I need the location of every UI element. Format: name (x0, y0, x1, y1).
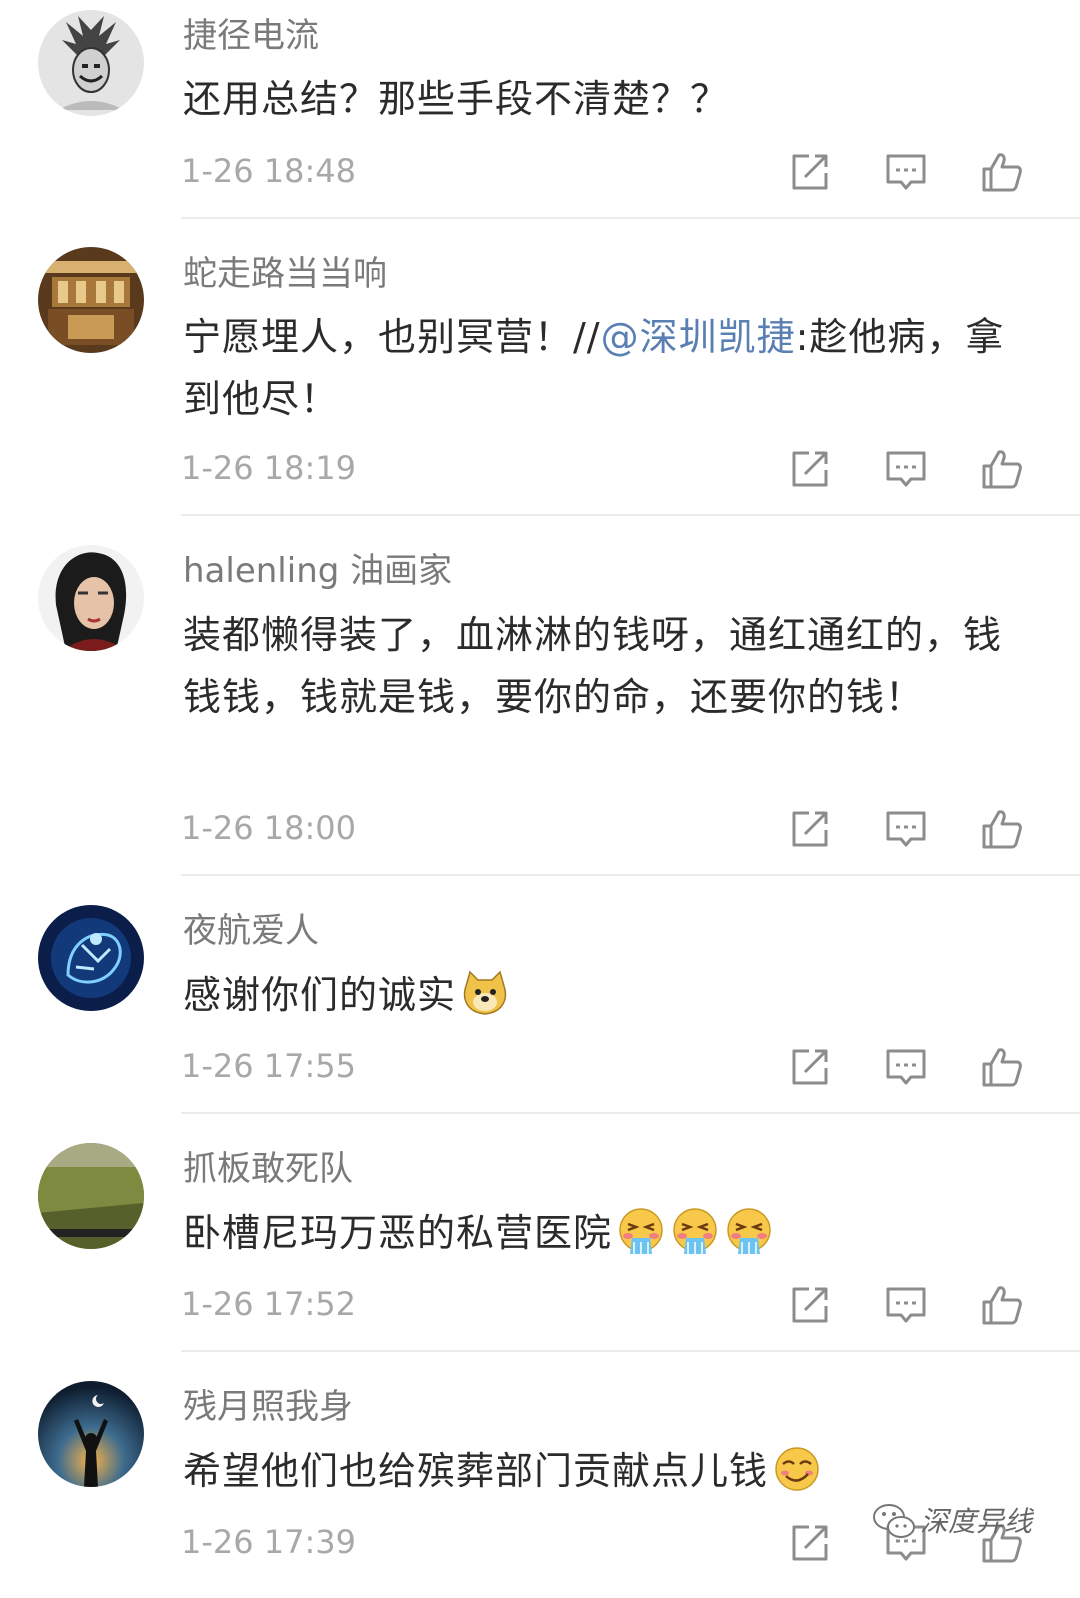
timestamp: 1-26 18:48 (181, 152, 357, 190)
like-icon[interactable] (976, 146, 1028, 198)
comment-text-part: 卧槽尼玛万恶的私营医院 (183, 1211, 613, 1255)
share-icon[interactable] (784, 1279, 836, 1331)
comment-text-part: 宁愿埋人，也别冥营！// (183, 315, 601, 359)
avatar[interactable] (38, 1381, 144, 1487)
like-icon[interactable] (976, 1041, 1028, 1093)
reply-icon[interactable] (880, 803, 932, 855)
share-icon[interactable] (784, 803, 836, 855)
comment-item: 抓板敢死队 卧槽尼玛万恶的私营医院 1-26 17:52 (0, 1114, 1080, 1352)
username[interactable]: halenling 油画家 (183, 551, 452, 591)
vomit-emoji (616, 1206, 666, 1256)
share-icon[interactable] (784, 1041, 836, 1093)
reply-icon[interactable] (880, 443, 932, 495)
comment-text: 卧槽尼玛万恶的私营医院 (183, 1202, 1023, 1264)
comment-item: 蛇走路当当响 宁愿埋人，也别冥营！//@深圳凯捷:趁他病，拿到他尽！ 1-26 … (0, 220, 1080, 516)
comment-item: halenling 油画家 装都懒得装了，血淋淋的钱呀，通红通红的，钱钱钱，钱就… (0, 516, 1080, 876)
doge-emoji (460, 968, 510, 1018)
reply-icon[interactable] (880, 1041, 932, 1093)
comment-text: 宁愿埋人，也别冥营！//@深圳凯捷:趁他病，拿到他尽！ (183, 306, 1023, 430)
comment-item: 残月照我身 希望他们也给殡葬部门贡献点儿钱 1-26 17:39 (0, 1352, 1080, 1598)
comment-text-part: 感谢你们的诚实 (183, 973, 457, 1017)
comment-actions (780, 803, 1030, 855)
timestamp: 1-26 17:39 (181, 1523, 357, 1561)
smirk-emoji (772, 1444, 822, 1494)
avatar[interactable] (38, 10, 144, 116)
avatar[interactable] (38, 1143, 144, 1249)
vomit-emoji (724, 1206, 774, 1256)
divider (181, 217, 1080, 219)
like-icon[interactable] (976, 803, 1028, 855)
like-icon[interactable] (976, 1279, 1028, 1331)
avatar[interactable] (38, 905, 144, 1011)
mention-link[interactable]: @深圳凯捷 (601, 315, 796, 359)
avatar[interactable] (38, 545, 144, 651)
comment-actions (780, 146, 1030, 198)
comment-item: 夜航爱人 感谢你们的诚实 1-26 17:55 (0, 876, 1080, 1114)
comment-actions (780, 1279, 1030, 1331)
comment-text: 装都懒得装了，血淋淋的钱呀，通红通红的，钱钱钱，钱就是钱，要你的命，还要你的钱！ (183, 613, 1003, 719)
comment-text: 感谢你们的诚实 (183, 964, 1023, 1026)
timestamp: 1-26 17:55 (181, 1047, 357, 1085)
username[interactable]: 蛇走路当当响 (183, 254, 387, 294)
timestamp: 1-26 17:52 (181, 1285, 357, 1323)
vomit-emoji (670, 1206, 720, 1256)
username[interactable]: 捷径电流 (183, 16, 319, 56)
comment-actions (780, 1041, 1030, 1093)
username[interactable]: 夜航爱人 (183, 911, 319, 951)
reply-icon[interactable] (880, 1279, 932, 1331)
wechat-icon (873, 1504, 915, 1538)
watermark-text: 深度异线 (920, 1505, 1033, 1538)
username[interactable]: 残月照我身 (183, 1387, 353, 1427)
share-icon[interactable] (784, 443, 836, 495)
timestamp: 1-26 18:00 (181, 809, 357, 847)
username[interactable]: 抓板敢死队 (183, 1149, 353, 1189)
like-icon[interactable] (976, 443, 1028, 495)
timestamp: 1-26 18:19 (181, 449, 357, 487)
share-icon[interactable] (784, 146, 836, 198)
comment-item: 捷径电流 还用总结？那些手段不清楚？？ 1-26 18:48 (0, 0, 1080, 220)
share-icon[interactable] (784, 1517, 836, 1569)
watermark: 深度异线 (872, 1500, 1062, 1544)
avatar[interactable] (38, 247, 144, 353)
comment-text: 还用总结？那些手段不清楚？？ (183, 77, 730, 121)
comment-text: 希望他们也给殡葬部门贡献点儿钱 (183, 1440, 1023, 1502)
comment-actions (780, 443, 1030, 495)
reply-icon[interactable] (880, 146, 932, 198)
comment-text-part: 希望他们也给殡葬部门贡献点儿钱 (183, 1449, 769, 1493)
